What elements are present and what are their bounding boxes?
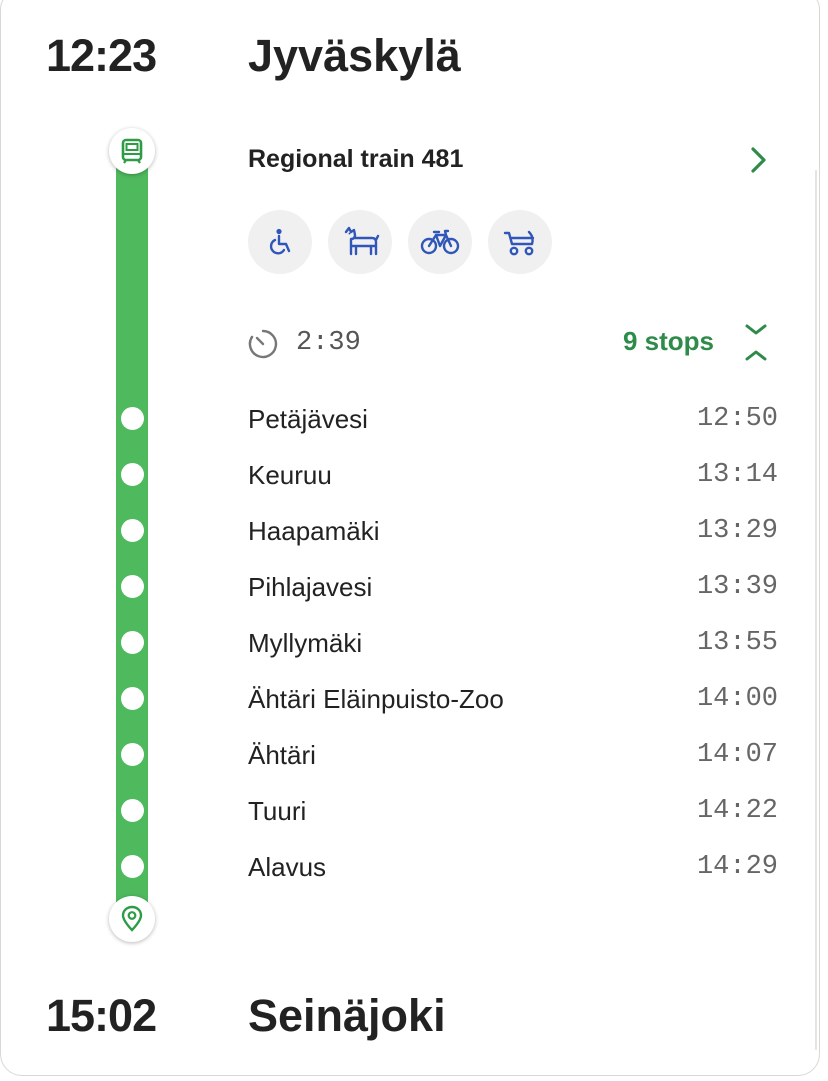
destination-station: Seinäjoki xyxy=(248,990,446,1041)
stop-name: Ähtäri xyxy=(248,740,316,770)
destination-pin-icon xyxy=(109,896,155,942)
chevron-right-icon[interactable] xyxy=(740,140,776,180)
stop-name: Keuruu xyxy=(248,460,332,490)
journey-duration: 2:39 xyxy=(296,328,361,358)
pet-icon xyxy=(328,210,392,274)
stop-time: 14:07 xyxy=(696,740,778,770)
departure-time: 12:23 xyxy=(46,30,157,81)
stop-dot xyxy=(121,575,144,598)
stop-dot xyxy=(121,743,144,766)
stop-name: Pihlajavesi xyxy=(248,572,373,602)
origin-station: Jyväskylä xyxy=(248,30,461,81)
stop-dot xyxy=(121,687,144,710)
stop-time: 13:14 xyxy=(696,460,778,490)
stop-dot xyxy=(121,463,144,486)
route-name[interactable]: Regional train 481 xyxy=(248,145,463,174)
stroller-icon xyxy=(488,210,552,274)
collapse-toggle-icon[interactable] xyxy=(738,320,774,366)
stop-name: Petäjävesi xyxy=(248,404,368,434)
stop-dot xyxy=(121,519,144,542)
stopwatch-icon xyxy=(247,328,279,365)
stop-time: 12:50 xyxy=(696,404,778,434)
stop-name: Haapamäki xyxy=(248,516,380,546)
stop-name: Alavus xyxy=(248,852,327,882)
stop-time: 13:29 xyxy=(696,516,778,546)
stop-dot xyxy=(121,407,144,430)
stop-time: 14:22 xyxy=(696,796,778,826)
stop-name: Ähtäri Eläinpuisto-Zoo xyxy=(248,684,504,714)
stop-dot xyxy=(121,631,144,654)
stop-name: Myllymäki xyxy=(248,628,363,658)
bicycle-icon xyxy=(408,210,472,274)
scrollbar[interactable] xyxy=(815,170,817,1050)
wheelchair-icon xyxy=(248,210,312,274)
train-icon xyxy=(109,128,155,174)
stop-time: 13:55 xyxy=(696,628,778,658)
stop-name: Tuuri xyxy=(248,796,307,826)
stop-dot xyxy=(121,799,144,822)
stop-time: 14:29 xyxy=(696,852,778,882)
stops-count-toggle[interactable]: 9 stops xyxy=(623,326,714,357)
stop-time: 13:39 xyxy=(696,572,778,602)
stop-time: 14:00 xyxy=(696,684,778,714)
arrival-time: 15:02 xyxy=(46,990,157,1041)
stop-dot xyxy=(121,855,144,878)
